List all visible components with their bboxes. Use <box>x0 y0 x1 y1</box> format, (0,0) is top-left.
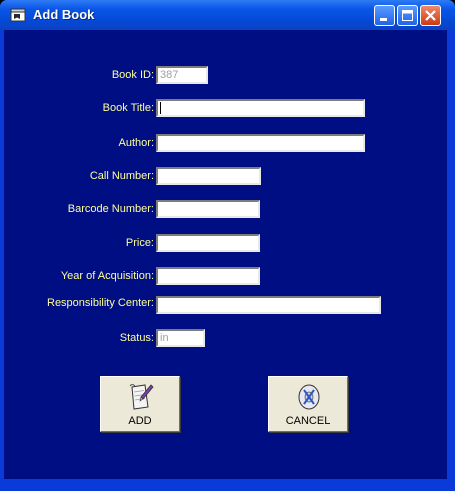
barcode-number-label: Barcode Number: <box>67 203 154 215</box>
cancel-disc-icon <box>298 384 320 410</box>
maximize-button[interactable] <box>397 5 418 26</box>
year-of-acquisition-field[interactable] <box>156 267 260 285</box>
barcode-number-field[interactable] <box>156 200 260 218</box>
cancel-button-label: CANCEL <box>285 415 331 427</box>
responsibility-center-label: Responsibility Center: <box>47 297 154 309</box>
add-button-label: ADD <box>128 415 152 427</box>
minimize-button[interactable] <box>374 5 395 26</box>
year-of-acquisition-label: Year of Acquisition: <box>60 270 154 282</box>
window-title: Add Book <box>33 7 95 22</box>
add-document-icon <box>129 384 154 410</box>
status-field: in <box>156 329 205 347</box>
maximize-icon <box>402 10 413 21</box>
add-button[interactable]: ADD <box>100 376 180 432</box>
minimize-icon <box>380 18 387 21</box>
cancel-button[interactable]: CANCEL <box>268 376 348 432</box>
call-number-label: Call Number: <box>89 170 154 182</box>
book-window-icon <box>10 8 26 22</box>
text-caret <box>160 102 161 114</box>
author-field[interactable] <box>156 134 365 152</box>
call-number-field[interactable] <box>156 167 261 185</box>
price-field[interactable] <box>156 234 260 252</box>
form-area: Book ID: 387 Book Title: Author: Call Nu… <box>4 30 447 479</box>
price-label: Price: <box>125 237 154 249</box>
book-title-field[interactable] <box>156 99 365 117</box>
author-label: Author: <box>118 137 154 149</box>
add-book-window: Add Book Book ID: 387 Book Title: Author… <box>0 0 455 491</box>
book-title-label: Book Title: <box>102 102 154 114</box>
status-label: Status: <box>119 332 154 344</box>
close-icon <box>425 10 436 21</box>
book-id-field: 387 <box>156 66 208 84</box>
responsibility-center-field[interactable] <box>156 296 381 314</box>
title-bar[interactable]: Add Book <box>0 0 455 30</box>
close-button[interactable] <box>420 5 441 26</box>
book-id-label: Book ID: <box>111 69 154 81</box>
